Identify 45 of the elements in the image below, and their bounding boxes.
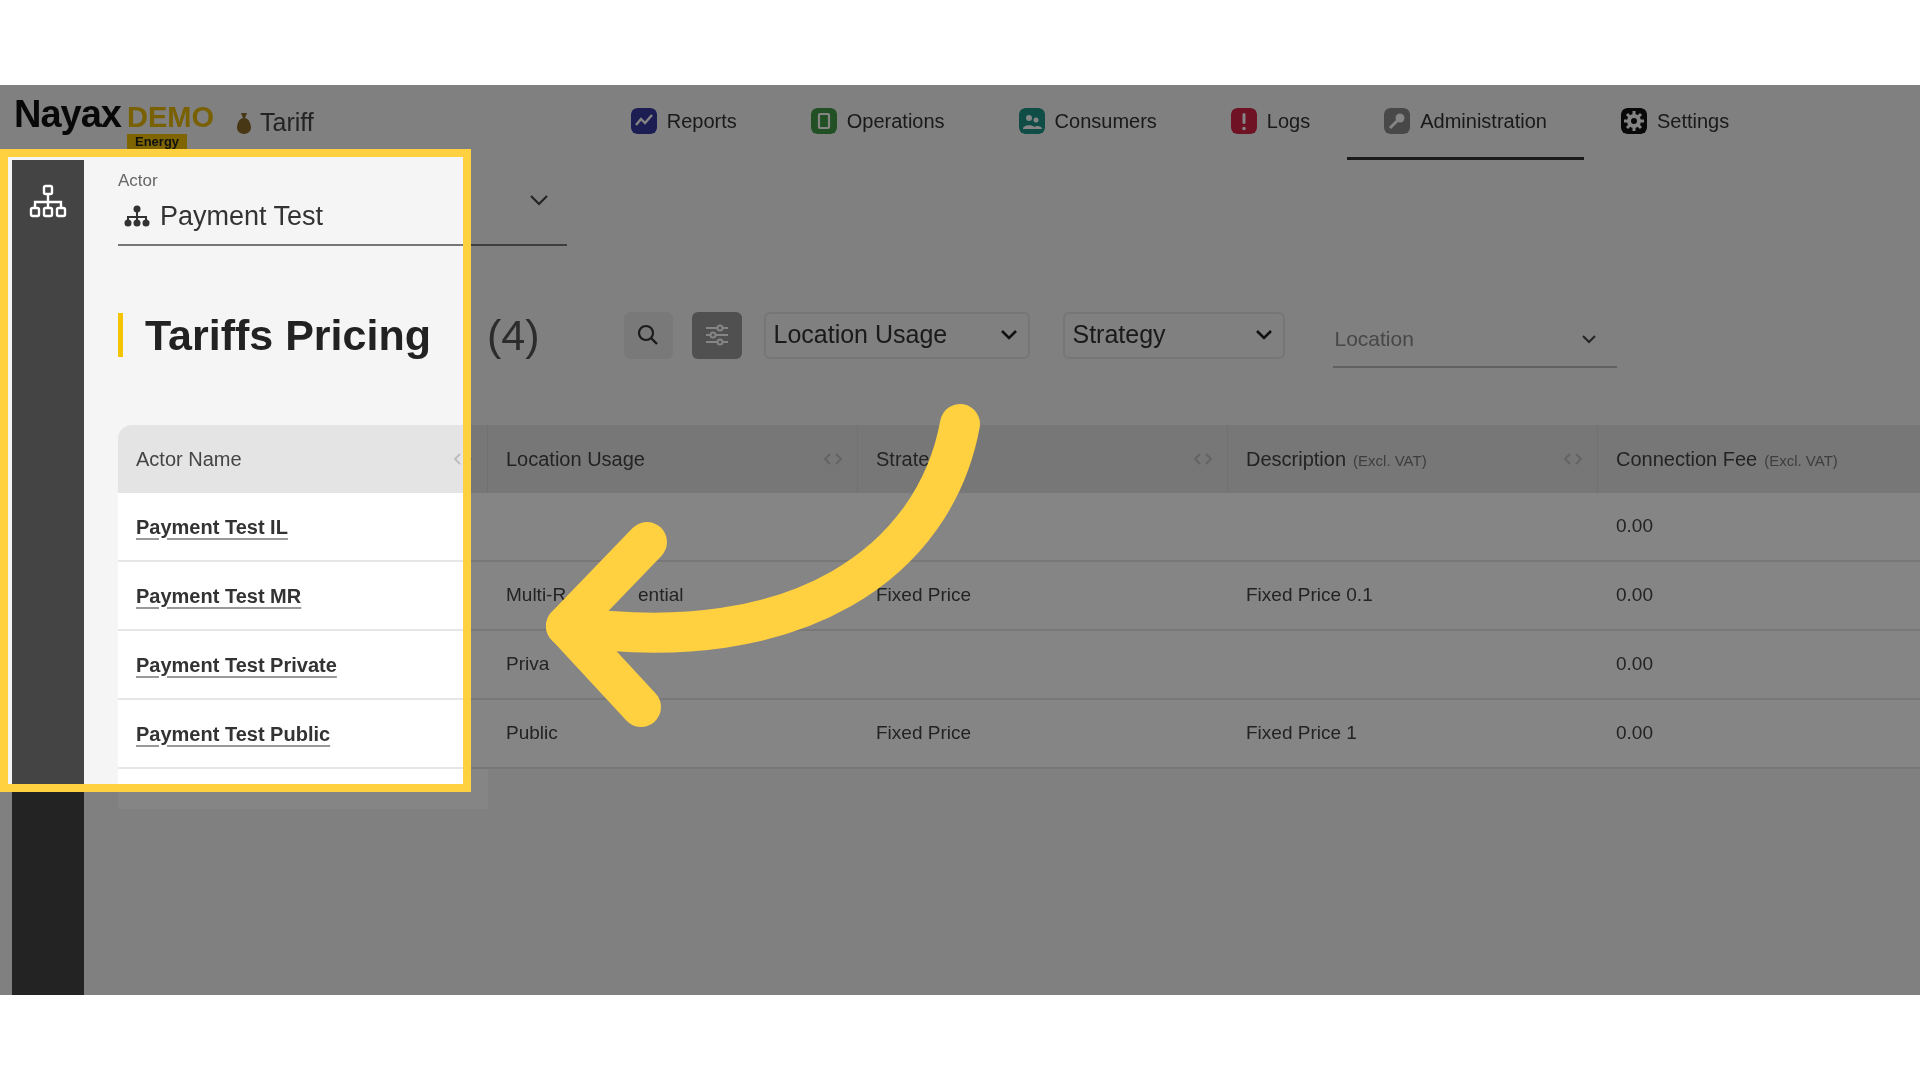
chevron-down-icon bbox=[999, 329, 1018, 341]
table-cell-text: 0.00 bbox=[1616, 583, 1653, 608]
money-bag-icon bbox=[236, 110, 252, 135]
chevron-down-icon bbox=[529, 194, 549, 206]
search-button[interactable] bbox=[623, 311, 673, 359]
logo-wordmark: Nayax bbox=[14, 95, 121, 133]
table-cell-text: ential bbox=[638, 583, 684, 608]
actor-link[interactable]: Payment Test MR bbox=[136, 580, 302, 611]
table-cell-text: Fixed Price bbox=[876, 583, 972, 608]
search-icon bbox=[636, 323, 660, 347]
filter-button[interactable] bbox=[691, 311, 742, 359]
chevron-down-icon bbox=[1580, 334, 1597, 344]
energy-badge: Energy bbox=[127, 134, 188, 150]
sort-icon[interactable] bbox=[453, 452, 473, 466]
table-cell-text: Fixed Price bbox=[876, 721, 972, 746]
filter-dropdown[interactable]: Strategy bbox=[1062, 311, 1285, 359]
nav-tab[interactable]: Administration bbox=[1347, 85, 1584, 160]
table-cell-text: 0.00 bbox=[1616, 652, 1653, 677]
module-title: Tariff bbox=[260, 106, 314, 138]
location-field[interactable]: Location bbox=[1332, 312, 1617, 368]
table-cell-text: Multi-R bbox=[506, 583, 568, 608]
demo-label: DEMO bbox=[127, 103, 214, 132]
nav-tab[interactable]: Settings bbox=[1583, 85, 1767, 160]
count-label: (4) bbox=[486, 309, 540, 361]
filter-dropdown[interactable]: Location Usage bbox=[763, 311, 1030, 359]
sliders-icon bbox=[703, 323, 730, 347]
table-cell-text: Fixed Price 1 bbox=[1246, 721, 1357, 746]
nav-tab[interactable]: Logs bbox=[1193, 85, 1348, 160]
hierarchy-icon bbox=[124, 204, 150, 227]
page-title: Tariffs Pricing bbox=[145, 309, 431, 361]
hierarchy-icon[interactable] bbox=[29, 184, 67, 218]
table-cell-text: Fixed Price 0.1 bbox=[1246, 583, 1373, 608]
table-cell-text: Priva bbox=[506, 652, 550, 677]
actor-select[interactable]: Actor Payment Test bbox=[118, 160, 567, 246]
table-cell-text: Public bbox=[506, 721, 558, 746]
nav-tab[interactable]: Reports bbox=[593, 85, 774, 160]
actor-link[interactable]: Payment Test Private bbox=[136, 649, 337, 680]
nav-tab[interactable]: Operations bbox=[773, 85, 982, 160]
table-cell-text: 0.00 bbox=[1616, 514, 1653, 539]
actor-link[interactable]: Payment Test Public bbox=[136, 718, 331, 749]
accent-bar bbox=[118, 313, 123, 357]
actor-link[interactable]: Payment Test IL bbox=[136, 511, 288, 542]
chevron-down-icon bbox=[1254, 329, 1273, 341]
nav-tab[interactable]: Consumers bbox=[981, 85, 1194, 160]
table-cell-text: 0.00 bbox=[1616, 721, 1653, 746]
